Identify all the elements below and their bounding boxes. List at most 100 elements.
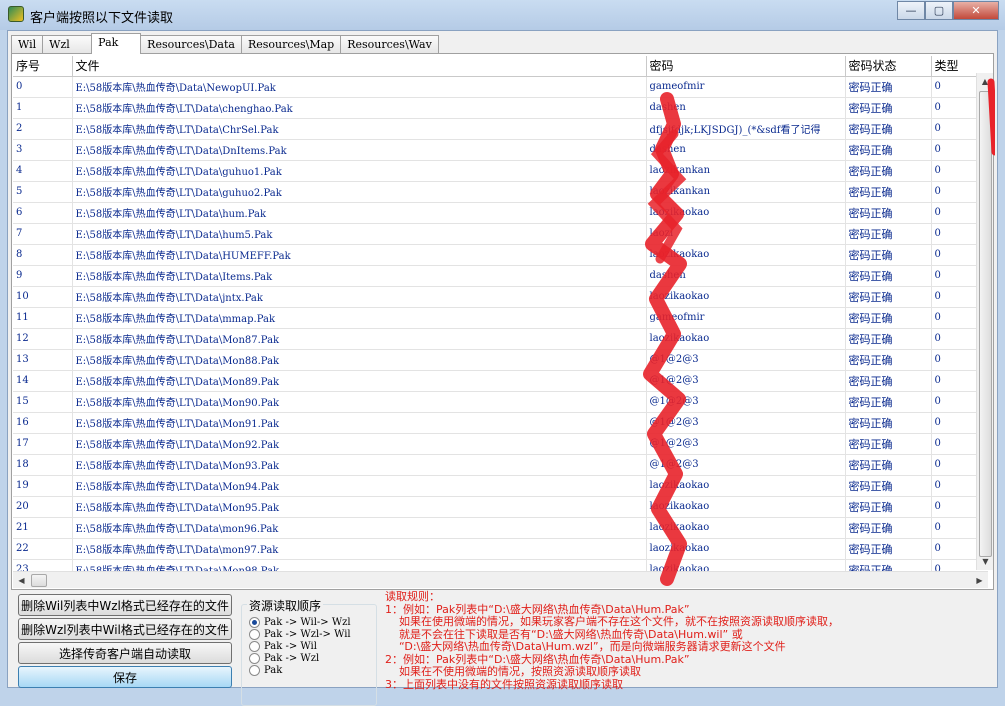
radio-option-pak[interactable]: Pak: [249, 664, 282, 676]
index-cell: 22: [13, 538, 73, 560]
password-cell: @1@2@3: [646, 454, 846, 476]
index-cell: 20: [13, 496, 73, 518]
file-path-cell: E:\58版本库\热血传奇\LT\Data\mon96.Pak: [72, 517, 647, 539]
index-cell: 10: [13, 286, 73, 308]
radio-icon[interactable]: [249, 664, 260, 676]
table-row[interactable]: 14 E:\58版本库\热血传奇\LT\Data\Mon89.Pak @1@2@3 密…: [13, 370, 988, 392]
table-row[interactable]: 22 E:\58版本库\热血传奇\LT\Data\mon97.Pak laozika…: [13, 538, 988, 560]
index-cell: 8: [13, 244, 73, 266]
table-header-row: 序号 文件 密码 密码状态 类型: [13, 56, 988, 77]
file-path-cell: E:\58版本库\热血传奇\LT\Data\Mon91.Pak: [72, 412, 647, 434]
table-row[interactable]: 10 E:\58版本库\热血传奇\LT\Data\jntx.Pak laozikao…: [13, 286, 988, 308]
radio-option-pak-wzl[interactable]: Pak -> Wzl: [249, 652, 319, 664]
read-rules-text: 读取规则： 1：例如：Pak列表中“D:\盛大网络\热血传奇\Data\Hum.…: [385, 590, 995, 691]
password-cell: gameofmir: [646, 307, 846, 329]
table-row[interactable]: 2 E:\58版本库\热血传奇\LT\Data\ChrSel.Pak dfjsjfd…: [13, 118, 988, 140]
radio-option-pak-wzl-wil[interactable]: Pak -> Wzl-> Wil: [249, 628, 351, 640]
title-bar: 客户端按照以下文件读取 — ▢ ✕: [0, 0, 1005, 30]
table-row[interactable]: 6 E:\58版本库\热血传奇\LT\Data\hum.Pak laozikaoka…: [13, 202, 988, 224]
file-path-cell: E:\58版本库\热血传奇\LT\Data\jntx.Pak: [72, 286, 647, 308]
minimize-button[interactable]: —: [897, 1, 925, 20]
delete-wzl-duplicates-button[interactable]: 删除Wzl列表中Wil格式已经存在的文件: [18, 618, 232, 640]
scroll-up-icon[interactable]: ▲: [977, 73, 993, 90]
horizontal-scroll-thumb[interactable]: [31, 574, 47, 587]
file-path-cell: E:\58版本库\热血传奇\LT\Data\Mon95.Pak: [72, 496, 647, 518]
vertical-scrollbar[interactable]: ▲ ▼: [976, 73, 993, 570]
table-row[interactable]: 9 E:\58版本库\热血传奇\LT\Data\Items.Pak dashen 密码…: [13, 265, 988, 287]
tab-resources-wav[interactable]: Resources\Wav: [340, 35, 439, 54]
file-path-cell: E:\58版本库\热血传奇\LT\Data\Mon93.Pak: [72, 454, 647, 476]
radio-option-pak-wil[interactable]: Pak -> Wil: [249, 640, 317, 652]
file-path-cell: E:\58版本库\热血传奇\LT\Data\HUMEFF.Pak: [72, 244, 647, 266]
radio-icon[interactable]: [249, 652, 260, 664]
password-cell: gameofmir: [646, 76, 846, 98]
password-status-cell: 密码正确: [845, 433, 932, 455]
file-path-cell: E:\58版本库\热血传奇\LT\Data\Mon92.Pak: [72, 433, 647, 455]
table-row[interactable]: 3 E:\58版本库\热血传奇\LT\Data\DnItems.Pak dashen…: [13, 139, 988, 161]
table-row[interactable]: 21 E:\58版本库\热血传奇\LT\Data\mon96.Pak laozika…: [13, 517, 988, 539]
horizontal-scrollbar[interactable]: ◀ ▶: [13, 571, 988, 588]
pak-file-table[interactable]: 序号 文件 密码 密码状态 类型 0 E:\58版本库\热血传奇\Data\New…: [13, 56, 988, 572]
app-logo-icon: [8, 6, 24, 22]
table-row[interactable]: 16 E:\58版本库\热血传奇\LT\Data\Mon91.Pak @1@2@3 密…: [13, 412, 988, 434]
password-cell: @1@2@3: [646, 370, 846, 392]
delete-wil-duplicates-button[interactable]: 删除Wil列表中Wzl格式已经存在的文件: [18, 594, 232, 616]
password-cell: laozikaokao: [646, 202, 846, 224]
maximize-button[interactable]: ▢: [925, 1, 953, 20]
radio-icon[interactable]: [249, 640, 260, 652]
tab-resources-data[interactable]: Resources\Data: [140, 35, 242, 54]
table-row[interactable]: 20 E:\58版本库\热血传奇\LT\Data\Mon95.Pak laozika…: [13, 496, 988, 518]
table-row[interactable]: 19 E:\58版本库\热血传奇\LT\Data\Mon94.Pak laozika…: [13, 475, 988, 497]
scroll-right-icon[interactable]: ▶: [971, 572, 988, 589]
save-button[interactable]: 保存: [18, 666, 232, 688]
scroll-down-icon[interactable]: ▼: [977, 553, 994, 570]
password-cell: @1@2@3: [646, 433, 846, 455]
column-header-index[interactable]: 序号: [13, 56, 73, 77]
index-cell: 9: [13, 265, 73, 287]
auto-read-client-button[interactable]: 选择传奇客户端自动读取: [18, 642, 232, 664]
radio-checked-icon[interactable]: [249, 616, 260, 628]
file-path-cell: E:\58版本库\热血传奇\LT\Data\Items.Pak: [72, 265, 647, 287]
file-path-cell: E:\58版本库\热血传奇\Data\NewopUI.Pak: [72, 76, 647, 98]
table-row[interactable]: 11 E:\58版本库\热血传奇\LT\Data\mmap.Pak gameofmi…: [13, 307, 988, 329]
table-row[interactable]: 17 E:\58版本库\热血传奇\LT\Data\Mon92.Pak @1@2@3 密…: [13, 433, 988, 455]
rules-line: 如果在使用微端的情况，如果玩家客户端不存在这个文件，就不在按照资源读取顺序读取，: [385, 615, 839, 628]
file-path-cell: E:\58版本库\热血传奇\LT\Data\guhuo2.Pak: [72, 181, 647, 203]
password-status-cell: 密码正确: [845, 328, 932, 350]
file-path-cell: E:\58版本库\热血传奇\LT\Data\Mon88.Pak: [72, 349, 647, 371]
index-cell: 7: [13, 223, 73, 245]
index-cell: 4: [13, 160, 73, 182]
column-header-password[interactable]: 密码: [646, 56, 846, 77]
table-row[interactable]: 18 E:\58版本库\热血传奇\LT\Data\Mon93.Pak @1@2@3 密…: [13, 454, 988, 476]
column-header-status[interactable]: 密码状态: [845, 56, 932, 77]
table-row[interactable]: 7 E:\58版本库\热血传奇\LT\Data\hum5.Pak laozi 密码正确…: [13, 223, 988, 245]
password-cell: laozikaokao: [646, 496, 846, 518]
resource-order-title: 资源读取顺序: [247, 597, 324, 614]
column-header-file[interactable]: 文件: [72, 56, 647, 77]
password-status-cell: 密码正确: [845, 391, 932, 413]
file-path-cell: E:\58版本库\热血传奇\LT\Data\Mon90.Pak: [72, 391, 647, 413]
table-row[interactable]: 13 E:\58版本库\热血传奇\LT\Data\Mon88.Pak @1@2@3 密…: [13, 349, 988, 371]
tab-pak[interactable]: Pak: [91, 33, 142, 54]
tab-wzl[interactable]: Wzl: [42, 35, 93, 54]
table-row[interactable]: 15 E:\58版本库\热血传奇\LT\Data\Mon90.Pak @1@2@3 密…: [13, 391, 988, 413]
tab-wil[interactable]: Wil: [11, 35, 44, 54]
password-status-cell: 密码正确: [845, 454, 932, 476]
table-row[interactable]: 12 E:\58版本库\热血传奇\LT\Data\Mon87.Pak laozika…: [13, 328, 988, 350]
tab-resources-map[interactable]: Resources\Map: [240, 35, 342, 54]
scroll-left-icon[interactable]: ◀: [13, 572, 30, 589]
radio-icon[interactable]: [249, 628, 260, 640]
index-cell: 13: [13, 349, 73, 371]
table-row[interactable]: 1 E:\58版本库\热血传奇\LT\Data\chenghao.Pak dashe…: [13, 97, 988, 119]
close-button[interactable]: ✕: [953, 1, 999, 20]
table-row[interactable]: 4 E:\58版本库\热血传奇\LT\Data\guhuo1.Pak laozika…: [13, 160, 988, 182]
vertical-scroll-thumb[interactable]: [979, 91, 992, 557]
password-status-cell: 密码正确: [845, 139, 932, 161]
password-status-cell: 密码正确: [845, 370, 932, 392]
radio-option-pak-wil-wzl[interactable]: Pak -> Wil-> Wzl: [249, 616, 351, 628]
table-row[interactable]: 5 E:\58版本库\热血传奇\LT\Data\guhuo2.Pak laozika…: [13, 181, 988, 203]
password-cell: laozikaokao: [646, 286, 846, 308]
password-cell: dfjsjfdjk;LKJSDGJ)_(*&sdf看了记得: [646, 118, 846, 140]
table-row[interactable]: 0 E:\58版本库\热血传奇\Data\NewopUI.Pak gameofmir…: [13, 76, 988, 98]
table-row[interactable]: 8 E:\58版本库\热血传奇\LT\Data\HUMEFF.Pak laozika…: [13, 244, 988, 266]
